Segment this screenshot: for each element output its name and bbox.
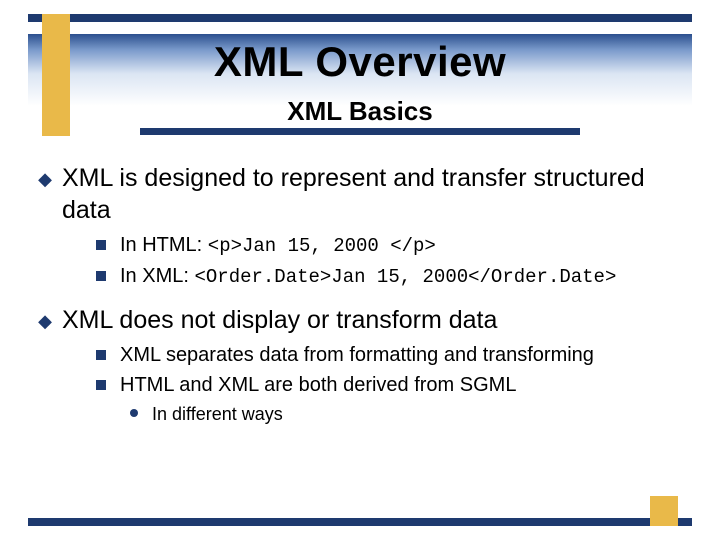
bullet-level2: In HTML: <p>Jan 15, 2000 </p> [96, 232, 684, 259]
bullet-text: In HTML: <p>Jan 15, 2000 </p> [120, 232, 436, 259]
bullet-level2: XML separates data from formatting and t… [96, 342, 684, 368]
accent-block-bottom [650, 496, 678, 526]
bullet-text: In different ways [152, 402, 283, 426]
code-span: <p>Jan 15, 2000 </p> [208, 235, 436, 257]
bullet-text: XML separates data from formatting and t… [120, 342, 594, 368]
square-bullet-icon [96, 271, 106, 281]
bullet-level1: ◆ XML is designed to represent and trans… [36, 162, 684, 226]
slide-title: XML Overview [28, 38, 692, 86]
diamond-bullet-icon: ◆ [36, 164, 54, 194]
bullet-level3: In different ways [130, 402, 684, 426]
bullet-text: XML is designed to represent and transfe… [62, 162, 684, 226]
subsub-bullet-group: In different ways [130, 402, 684, 426]
text-span: In HTML: [120, 234, 208, 256]
square-bullet-icon [96, 350, 106, 360]
diamond-bullet-icon: ◆ [36, 306, 54, 336]
title-underline [140, 128, 580, 135]
sub-bullet-group: XML separates data from formatting and t… [96, 342, 684, 426]
slide-body: ◆ XML is designed to represent and trans… [36, 162, 684, 440]
sub-bullet-group: In HTML: <p>Jan 15, 2000 </p> In XML: <O… [96, 232, 684, 290]
bottom-border-stripe [28, 518, 692, 526]
code-span: <Order.Date>Jan 15, 2000</Order.Date> [194, 266, 616, 288]
bullet-text: In XML: <Order.Date>Jan 15, 2000</Order.… [120, 263, 616, 290]
bullet-level2: In XML: <Order.Date>Jan 15, 2000</Order.… [96, 263, 684, 290]
square-bullet-icon [96, 240, 106, 250]
bullet-level2: HTML and XML are both derived from SGML [96, 372, 684, 398]
bullet-level1: ◆ XML does not display or transform data [36, 304, 684, 336]
bullet-text: XML does not display or transform data [62, 304, 497, 336]
top-border-stripe [28, 14, 692, 22]
slide-subtitle: XML Basics [0, 96, 720, 127]
text-span: In XML: [120, 265, 194, 287]
square-bullet-icon [96, 380, 106, 390]
accent-block-top [42, 14, 70, 136]
dot-bullet-icon [130, 409, 138, 417]
bullet-text: HTML and XML are both derived from SGML [120, 372, 516, 398]
